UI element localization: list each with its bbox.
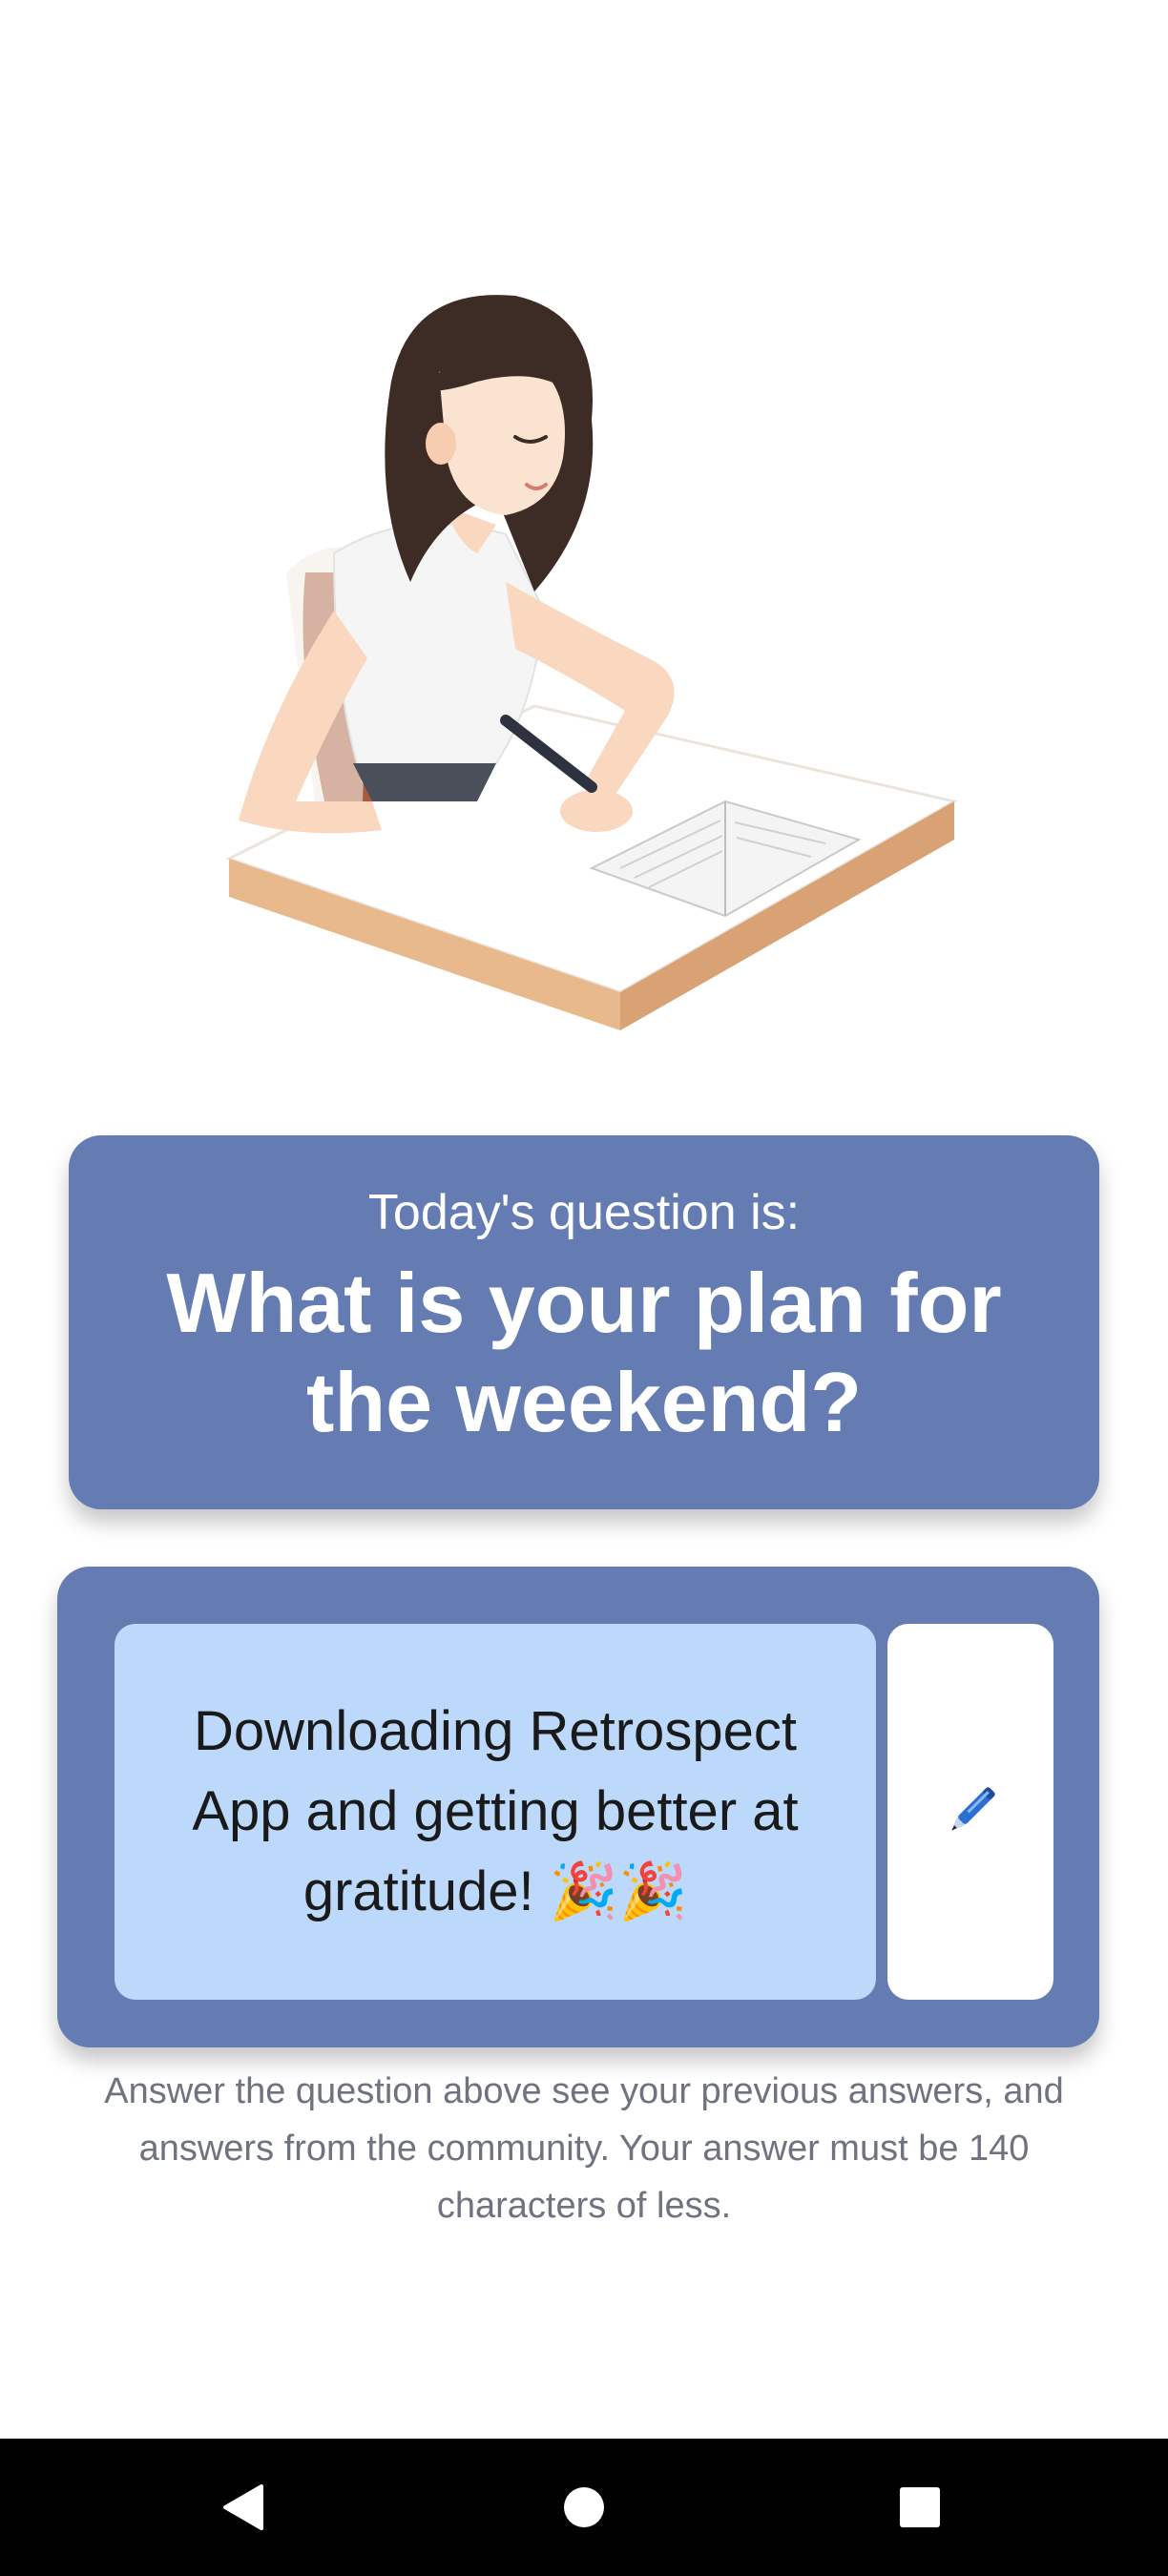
nav-recents-button[interactable]: [851, 2439, 989, 2576]
question-label: Today's question is:: [367, 1185, 801, 1240]
answer-text: Downloading Retrospect App and getting b…: [192, 1700, 799, 1922]
question-card: Today's question is: What is your plan f…: [69, 1135, 1099, 1509]
recents-square-icon: [900, 2487, 940, 2527]
edit-answer-button[interactable]: [887, 1624, 1053, 2000]
home-circle-icon: [564, 2487, 604, 2527]
helper-text: Answer the question above see your previ…: [104, 2071, 1064, 2226]
nav-back-button[interactable]: [176, 2439, 313, 2576]
woman-writing-illustration: [225, 295, 959, 1030]
app-screen: Today's question is: What is your plan f…: [0, 0, 1168, 2576]
answer-box[interactable]: Downloading Retrospect App and getting b…: [115, 1624, 876, 2000]
question-text: What is your plan for the weekend?: [166, 1256, 1002, 1449]
nav-home-button[interactable]: [515, 2439, 653, 2576]
answer-card: Downloading Retrospect App and getting b…: [57, 1567, 1099, 2047]
system-nav-bar: [0, 2439, 1168, 2576]
pen-icon: [951, 1787, 995, 1831]
back-triangle-icon: [223, 2484, 263, 2530]
